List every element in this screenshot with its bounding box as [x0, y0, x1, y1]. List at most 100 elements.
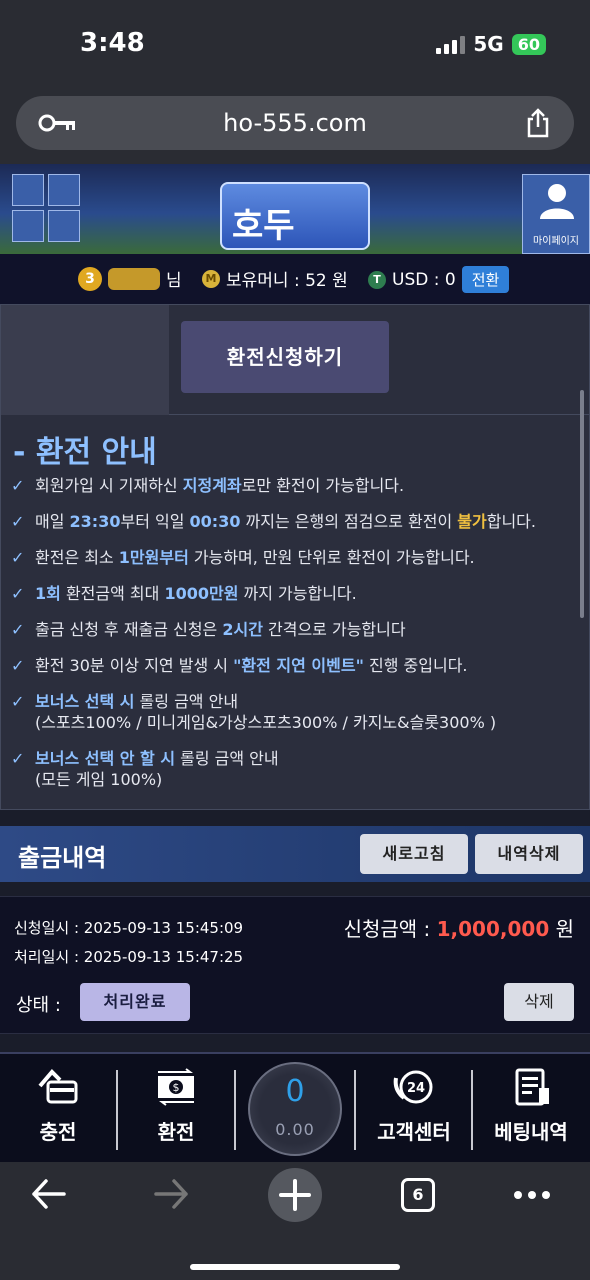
guide-item: ✓ 보너스 선택 시 롤링 금액 안내 (스포츠100% / 미니게임&가상스포츠3… [11, 691, 581, 733]
site-logo[interactable]: 호두 [220, 182, 370, 250]
guide-text: 1000만원 [164, 584, 239, 603]
card-left-panel [1, 305, 169, 415]
svg-text:$: $ [173, 1081, 180, 1094]
history-row: 신청일시 : 2025-09-13 15:45:09 처리일시 : 2025-0… [0, 896, 590, 1034]
applied-datetime: 신청일시 : 2025-09-13 15:45:09 [14, 919, 244, 937]
new-tab-button[interactable] [268, 1168, 322, 1222]
status-indicators: 5G 60 [436, 32, 546, 56]
nav-divider [234, 1070, 236, 1150]
tabs-button[interactable]: 6 [401, 1178, 435, 1212]
nav-support-label: 고객센터 [377, 1120, 451, 1144]
nav-support[interactable]: 24 고객센터 [356, 1068, 472, 1156]
money-label: 보유머니 : 52 원 [226, 271, 348, 291]
scrollbar[interactable] [580, 390, 584, 618]
guide-text: 불가 [457, 512, 487, 531]
mypage-button[interactable]: 마이페이지 [522, 174, 590, 254]
exchange-card: 환전신청하기 - 환전 안내 ✓ 회원가입 시 기재하신 지정계좌로만 환전이 가… [0, 304, 590, 810]
money-exchange-icon: $ [158, 1068, 194, 1106]
guide-text: 가능하며, 만원 단위로 환전이 가능합니다. [188, 548, 475, 567]
status-bar: 3:48 5G 60 [0, 0, 590, 88]
check-icon: ✓ [11, 584, 25, 603]
guide-item: ✓ 환전은 최소 1만원부터 가능하며, 만원 단위로 환전이 가능합니다. [11, 547, 581, 568]
bottom-nav: 충전 $ 환전 0 0.00 24 고객센터 베팅내역 [0, 1052, 590, 1162]
guide-text: 환전은 최소 [35, 548, 119, 567]
wallet-card-icon [38, 1069, 78, 1104]
guide-text: 매일 [35, 512, 70, 531]
guide-title: - 환전 안내 [13, 435, 157, 470]
more-icon[interactable] [512, 1188, 552, 1202]
balance-main: 0 [285, 1074, 305, 1109]
site-header: 호두 마이페이지 [0, 164, 590, 254]
nav-exchange-label: 환전 [157, 1120, 195, 1144]
withdrawal-history-header: 출금내역 새로고침 내역삭제 [0, 826, 590, 882]
guide-text: 까지는 은행의 점검으로 환전이 [240, 512, 458, 531]
row-delete-button[interactable]: 삭제 [504, 983, 574, 1021]
guide-text: 롤링 금액 안내 [175, 749, 279, 768]
state-label: 상태 : [16, 995, 61, 1016]
share-icon[interactable] [524, 108, 552, 138]
guide-subtext: (스포츠100% / 미니게임&가상스포츠300% / 카지노&슬롯300% ) [35, 713, 497, 732]
guide-text: 부터 익일 [120, 512, 190, 531]
svg-text:24: 24 [407, 1081, 425, 1096]
back-arrow-icon[interactable] [30, 1174, 66, 1214]
exchange-card-top: 환전신청하기 [1, 305, 590, 415]
guide-text: 진행 중입니다. [363, 656, 468, 675]
masked-username [108, 267, 160, 290]
guide-text: 1만원부터 [118, 548, 189, 567]
guide-text: 00:30 [189, 512, 241, 531]
balance-widget[interactable]: 0 0.00 [248, 1062, 342, 1156]
guide-text: 환전 30분 이상 지연 발생 시 [35, 656, 234, 675]
guide-text: 환전금액 최대 [60, 584, 165, 603]
guide-text: 1회 [35, 584, 61, 603]
guide-text: 까지 가능합니다. [238, 584, 357, 603]
battery-icon: 60 [511, 33, 546, 55]
history-title: 출금내역 [18, 844, 107, 872]
user-name-group: 3 님 [78, 266, 182, 291]
delete-history-button[interactable]: 내역삭제 [475, 834, 583, 874]
nav-exchange[interactable]: $ 환전 [118, 1068, 234, 1156]
home-indicator [190, 1264, 400, 1270]
guide-text: 보너스 선택 안 할 시 [35, 749, 176, 768]
guide-item: ✓ 매일 23:30부터 익일 00:30 까지는 은행의 점검으로 환전이 불가… [11, 511, 581, 532]
guide-subtext: (모든 게임 100%) [35, 770, 163, 789]
guide-text: 합니다. [486, 512, 536, 531]
amount-label: 신청금액 : [343, 917, 437, 941]
check-icon: ✓ [11, 512, 25, 531]
signal-icon [436, 34, 466, 54]
plus-icon [279, 1179, 311, 1211]
browser-address-area: ho-555.com [0, 88, 590, 164]
guide-item: ✓ 1회 환전금액 최대 1000만원 까지 가능합니다. [11, 583, 581, 604]
level-badge: 3 [78, 266, 102, 291]
check-icon: ✓ [11, 548, 25, 567]
guide-item: ✓ 환전 30분 이상 지연 발생 시 "환전 지연 이벤트" 진행 중입니다. [11, 655, 581, 676]
nav-bet-history-label: 베팅내역 [494, 1120, 568, 1144]
guide-text: 출금 신청 후 재출금 신청은 [35, 620, 223, 639]
amount-value: 1,000,000 [436, 917, 550, 941]
guide-list: ✓ 회원가입 시 기재하신 지정계좌로만 환전이 가능합니다. ✓ 매일 23:30부… [11, 475, 581, 805]
receipt-icon [515, 1068, 549, 1106]
browser-toolbar: 6 [0, 1162, 590, 1280]
guide-item: ✓ 출금 신청 후 재출금 신청은 2시간 간격으로 가능합니다 [11, 619, 581, 640]
user-icon [540, 184, 574, 219]
status-time: 3:48 [80, 28, 145, 58]
guide-text: "환전 지연 이벤트" [233, 656, 364, 675]
status-badge: 처리완료 [80, 983, 190, 1021]
refresh-button[interactable]: 새로고침 [360, 834, 468, 874]
url-bar[interactable]: ho-555.com [16, 96, 574, 150]
forward-arrow-icon[interactable] [154, 1174, 190, 1214]
nav-bet-history[interactable]: 베팅내역 [473, 1068, 589, 1156]
convert-button[interactable]: 전환 [461, 266, 510, 293]
menu-grid-icon[interactable] [12, 174, 80, 242]
usd-group: T USD : 0 전환 [368, 266, 510, 293]
user-info-bar: 3 님 M 보유머니 : 52 원 T USD : 0 전환 [0, 254, 590, 304]
check-icon: ✓ [11, 692, 25, 711]
guide-text: 회원가입 시 기재하신 [35, 476, 183, 495]
network-type: 5G [473, 32, 504, 56]
guide-item: ✓ 회원가입 시 기재하신 지정계좌로만 환전이 가능합니다. [11, 475, 581, 496]
nav-deposit-label: 충전 [39, 1120, 77, 1144]
url-text[interactable]: ho-555.com [16, 109, 574, 137]
check-icon: ✓ [11, 656, 25, 675]
exchange-apply-button[interactable]: 환전신청하기 [181, 321, 389, 393]
nav-deposit[interactable]: 충전 [0, 1068, 116, 1156]
usd-coin-icon: T [368, 270, 386, 289]
